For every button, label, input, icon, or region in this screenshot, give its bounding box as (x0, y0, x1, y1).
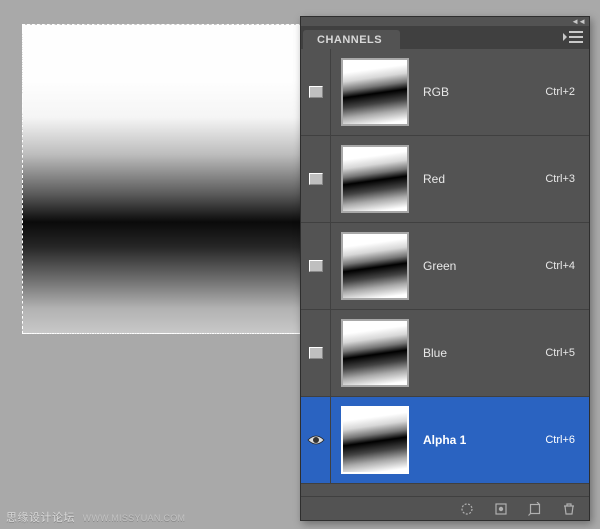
visibility-toggle[interactable] (301, 136, 331, 222)
load-selection-icon[interactable] (459, 501, 475, 517)
channel-shortcut: Ctrl+3 (545, 173, 579, 185)
watermark-url: WWW.MISSYUAN.COM (83, 513, 186, 523)
channel-list[interactable]: RGBCtrl+2RedCtrl+3GreenCtrl+4BlueCtrl+5A… (301, 49, 589, 496)
channel-shortcut: Ctrl+6 (545, 434, 579, 446)
channel-row-alpha-1[interactable]: Alpha 1Ctrl+6 (301, 397, 589, 484)
visibility-toggle[interactable] (301, 49, 331, 135)
new-channel-icon[interactable] (527, 501, 543, 517)
channel-shortcut: Ctrl+4 (545, 260, 579, 272)
eye-icon (307, 434, 325, 446)
channel-name: Blue (423, 346, 545, 360)
channel-thumbnail[interactable] (341, 232, 409, 300)
channel-name: Alpha 1 (423, 433, 545, 447)
visibility-empty-icon (309, 173, 323, 185)
channel-row-blue[interactable]: BlueCtrl+5 (301, 310, 589, 397)
panel-footer (301, 496, 589, 520)
channel-row-rgb[interactable]: RGBCtrl+2 (301, 49, 589, 136)
visibility-empty-icon (309, 347, 323, 359)
delete-channel-icon[interactable] (561, 501, 577, 517)
collapse-icon[interactable]: ◄◄ (571, 17, 585, 26)
tab-channels[interactable]: CHANNELS (303, 30, 400, 49)
channel-thumbnail[interactable] (341, 319, 409, 387)
channel-shortcut: Ctrl+5 (545, 347, 579, 359)
channel-row-red[interactable]: RedCtrl+3 (301, 136, 589, 223)
panel-menu-icon[interactable] (569, 31, 583, 43)
save-selection-icon[interactable] (493, 501, 509, 517)
visibility-empty-icon (309, 260, 323, 272)
visibility-toggle[interactable] (301, 310, 331, 396)
visibility-toggle[interactable] (301, 397, 331, 483)
channel-name: RGB (423, 85, 545, 99)
visibility-toggle[interactable] (301, 223, 331, 309)
visibility-empty-icon (309, 86, 323, 98)
channel-row-green[interactable]: GreenCtrl+4 (301, 223, 589, 310)
channel-name: Red (423, 172, 545, 186)
watermark: 思缘设计论坛 WWW.MISSYUAN.COM (6, 509, 185, 525)
channel-name: Green (423, 259, 545, 273)
panel-titlebar[interactable]: ◄◄ (301, 17, 589, 27)
watermark-text: 思缘设计论坛 (6, 512, 75, 524)
channel-thumbnail[interactable] (341, 406, 409, 474)
channel-thumbnail[interactable] (341, 58, 409, 126)
channels-panel: ◄◄ CHANNELS RGBCtrl+2RedCtrl+3GreenCtrl+… (300, 16, 590, 521)
channel-thumbnail[interactable] (341, 145, 409, 213)
panel-tabs: CHANNELS (301, 27, 589, 49)
canvas-selection[interactable] (22, 24, 304, 334)
channel-shortcut: Ctrl+2 (545, 86, 579, 98)
